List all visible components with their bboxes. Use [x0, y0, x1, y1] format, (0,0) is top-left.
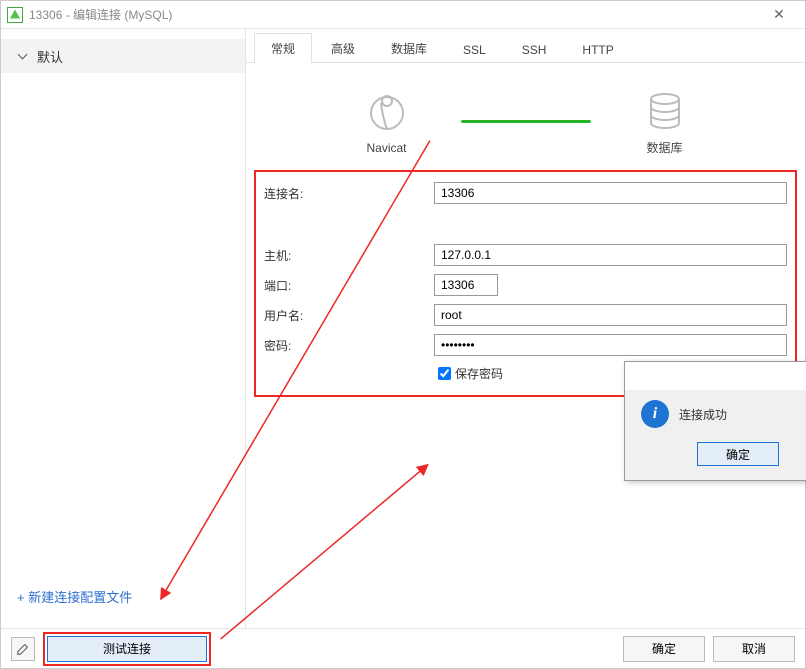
pass-input[interactable]: [434, 334, 787, 356]
main-panel: 常规 高级 数据库 SSL SSH HTTP Navicat: [246, 29, 805, 628]
connection-diagram: Navicat 数据库: [246, 63, 805, 164]
tab-database[interactable]: 数据库: [374, 33, 444, 63]
tabbar: 常规 高级 数据库 SSL SSH HTTP: [246, 29, 805, 63]
chevron-down-icon: [17, 51, 27, 61]
pass-label: 密码:: [264, 337, 434, 354]
cancel-button[interactable]: 取消: [713, 636, 795, 662]
sidebar-profile-label: 默认: [37, 47, 63, 66]
host-input[interactable]: [434, 244, 787, 266]
save-pass-wrap[interactable]: 保存密码: [434, 364, 604, 383]
titlebar: 13306 - 编辑连接 (MySQL) ✕: [1, 1, 805, 29]
database-icon: [641, 87, 689, 135]
user-label: 用户名:: [264, 307, 434, 324]
diagram-left-label: Navicat: [366, 141, 406, 155]
dialog-message: 连接成功: [679, 406, 727, 423]
save-pass-label: 保存密码: [455, 365, 503, 382]
host-label: 主机:: [264, 247, 434, 264]
window-close-button[interactable]: ✕: [759, 1, 799, 29]
user-input[interactable]: [434, 304, 787, 326]
success-dialog: ✕ i 连接成功 确定: [624, 361, 806, 481]
conn-name-input[interactable]: [434, 182, 787, 204]
tab-ssh[interactable]: SSH: [505, 36, 564, 63]
save-pass-checkbox[interactable]: [438, 367, 451, 380]
sidebar-profile-default[interactable]: 默认: [1, 39, 245, 73]
window-title: 13306 - 编辑连接 (MySQL): [29, 6, 172, 23]
tab-http[interactable]: HTTP: [565, 36, 630, 63]
new-profile-link[interactable]: + 新建连接配置文件: [1, 577, 245, 618]
port-input[interactable]: [434, 274, 498, 296]
conn-name-label: 连接名:: [264, 185, 434, 202]
test-connection-button[interactable]: 测试连接: [47, 636, 207, 662]
diagram-right-label: 数据库: [646, 139, 682, 156]
tab-advanced[interactable]: 高级: [314, 33, 372, 63]
footer: 测试连接 确定 取消: [1, 628, 805, 668]
test-button-highlight: 测试连接: [43, 632, 211, 666]
tab-general[interactable]: 常规: [254, 33, 312, 63]
dialog-titlebar: ✕: [625, 362, 806, 390]
tab-ssl[interactable]: SSL: [446, 36, 503, 63]
ok-button[interactable]: 确定: [623, 636, 705, 662]
connection-line: [461, 120, 591, 123]
edit-icon-button[interactable]: [11, 637, 35, 661]
info-icon: i: [641, 400, 669, 428]
dialog-ok-button[interactable]: 确定: [697, 442, 779, 466]
navicat-icon: [363, 89, 411, 137]
sidebar: 默认 + 新建连接配置文件: [1, 29, 246, 628]
app-logo-icon: [7, 7, 23, 23]
port-label: 端口:: [264, 277, 434, 294]
